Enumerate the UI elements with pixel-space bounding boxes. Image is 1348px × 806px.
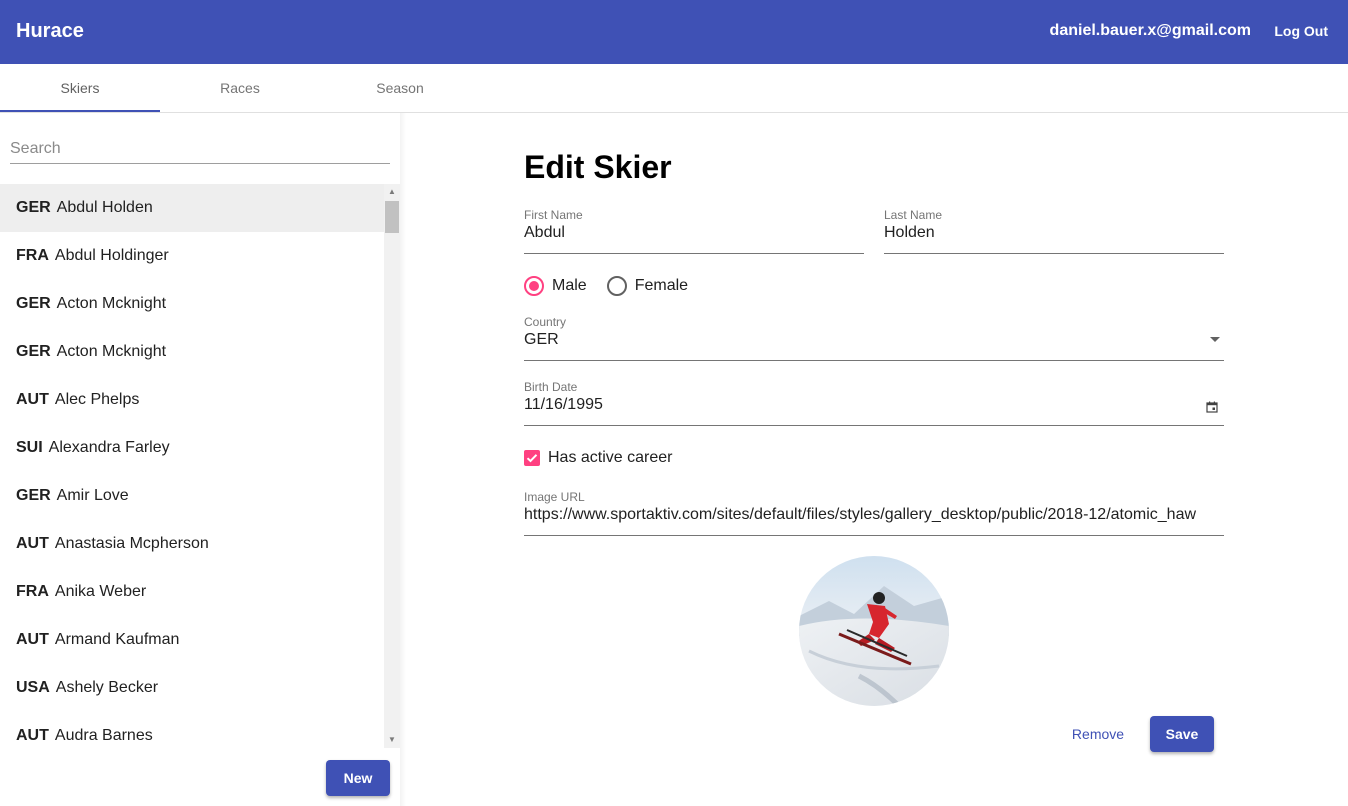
skier-list: GER Abdul Holden FRA Abdul Holdinger GER Acto…: [0, 184, 384, 748]
skier-name: Alexandra Farley: [48, 439, 170, 456]
page-title: Edit Skier: [524, 149, 672, 185]
country-code: AUT: [16, 535, 49, 552]
skier-name: Armand Kaufman: [54, 631, 180, 648]
list-item[interactable]: AUT Audra Barnes: [0, 712, 384, 748]
birth-date-label: Birth Date: [524, 380, 578, 394]
edit-skier-panel: Edit Skier First Name Abdul Last Name Ho…: [400, 113, 1348, 806]
scroll-thumb[interactable]: [385, 201, 399, 233]
list-item[interactable]: AUT Armand Kaufman: [0, 616, 384, 664]
skier-name: Abdul Holdinger: [54, 247, 169, 264]
check-icon: [526, 454, 538, 463]
last-name-label: Last Name: [884, 208, 943, 222]
female-label[interactable]: Female: [635, 277, 688, 295]
list-item[interactable]: GER Amir Love: [0, 472, 384, 520]
country-code: GER: [16, 199, 51, 216]
app-title: Hurace: [16, 20, 84, 42]
skier-name: Amir Love: [56, 487, 129, 504]
country-code: GER: [16, 343, 51, 360]
country-code: FRA: [16, 247, 49, 264]
scroll-up-icon[interactable]: ▲: [384, 184, 400, 200]
skier-name: Alec Phelps: [54, 391, 140, 408]
tab-races[interactable]: Races: [160, 64, 320, 112]
country-code: AUT: [16, 727, 49, 744]
logout-button[interactable]: Log Out: [1274, 23, 1328, 39]
list-item[interactable]: GER Acton Mcknight: [0, 328, 384, 376]
last-name-value[interactable]: Holden: [884, 224, 935, 242]
list-item[interactable]: AUT Anastasia Mcpherson: [0, 520, 384, 568]
gender-radio-group: Male Female: [524, 275, 708, 297]
last-name-field[interactable]: Last Name Holden: [884, 208, 1224, 254]
skier-photo: [799, 556, 949, 706]
remove-button[interactable]: Remove: [1064, 716, 1132, 752]
active-career-checkbox[interactable]: [524, 450, 540, 466]
list-item[interactable]: USA Ashely Becker: [0, 664, 384, 712]
active-career-label[interactable]: Has active career: [548, 449, 673, 467]
skier-name: Abdul Holden: [56, 199, 153, 216]
country-code: AUT: [16, 631, 49, 648]
female-radio[interactable]: [606, 276, 627, 296]
search-input[interactable]: [10, 135, 390, 163]
new-skier-button[interactable]: New: [326, 760, 390, 796]
tab-season[interactable]: Season: [320, 64, 480, 112]
birth-date-value[interactable]: 11/16/1995: [524, 396, 603, 414]
tab-bar: Skiers Races Season: [0, 64, 1348, 113]
male-label[interactable]: Male: [552, 277, 587, 295]
image-url-value[interactable]: https://www.sportaktiv.com/sites/default…: [524, 506, 1224, 524]
skier-name: Audra Barnes: [54, 727, 153, 744]
image-url-field[interactable]: Image URL https://www.sportaktiv.com/sit…: [524, 490, 1224, 536]
skier-name: Acton Mcknight: [56, 295, 167, 312]
skier-name: Ashely Becker: [55, 679, 159, 696]
country-code: FRA: [16, 583, 49, 600]
country-code: GER: [16, 487, 51, 504]
country-code: SUI: [16, 439, 43, 456]
list-item[interactable]: FRA Anika Weber: [0, 568, 384, 616]
active-tab-indicator: [0, 110, 160, 112]
country-label: Country: [524, 315, 567, 329]
list-item[interactable]: SUI Alexandra Farley: [0, 424, 384, 472]
country-select[interactable]: Country GER: [524, 315, 1224, 361]
country-value[interactable]: GER: [524, 331, 559, 349]
list-scrollbar[interactable]: ▲ ▼: [384, 184, 400, 748]
birth-date-field[interactable]: Birth Date 11/16/1995: [524, 380, 1224, 426]
image-url-label: Image URL: [524, 490, 585, 504]
list-item[interactable]: GER Abdul Holden: [0, 184, 384, 232]
country-code: GER: [16, 295, 51, 312]
save-button[interactable]: Save: [1150, 716, 1214, 752]
list-item[interactable]: FRA Abdul Holdinger: [0, 232, 384, 280]
tab-skiers[interactable]: Skiers: [0, 64, 160, 112]
country-code: AUT: [16, 391, 49, 408]
skier-name: Anika Weber: [54, 583, 147, 600]
user-email: daniel.bauer.x@gmail.com: [1049, 22, 1251, 39]
skier-name: Acton Mcknight: [56, 343, 167, 360]
skier-list-panel: GER Abdul Holden FRA Abdul Holdinger GER Acto…: [0, 113, 400, 806]
first-name-label: First Name: [524, 208, 583, 222]
app-bar: Hurace daniel.bauer.x@gmail.com Log Out: [0, 0, 1348, 64]
search-field: [10, 135, 390, 164]
calendar-icon[interactable]: [1206, 401, 1218, 413]
list-item[interactable]: AUT Alec Phelps: [0, 376, 384, 424]
active-career-row: Has active career: [524, 448, 673, 468]
male-radio[interactable]: [524, 276, 544, 296]
first-name-field[interactable]: First Name Abdul: [524, 208, 864, 254]
skier-name: Anastasia Mcpherson: [54, 535, 209, 552]
dropdown-arrow-icon[interactable]: [1210, 337, 1220, 342]
first-name-value[interactable]: Abdul: [524, 224, 565, 242]
country-code: USA: [16, 679, 50, 696]
scroll-down-icon[interactable]: ▼: [384, 732, 400, 748]
list-item[interactable]: GER Acton Mcknight: [0, 280, 384, 328]
